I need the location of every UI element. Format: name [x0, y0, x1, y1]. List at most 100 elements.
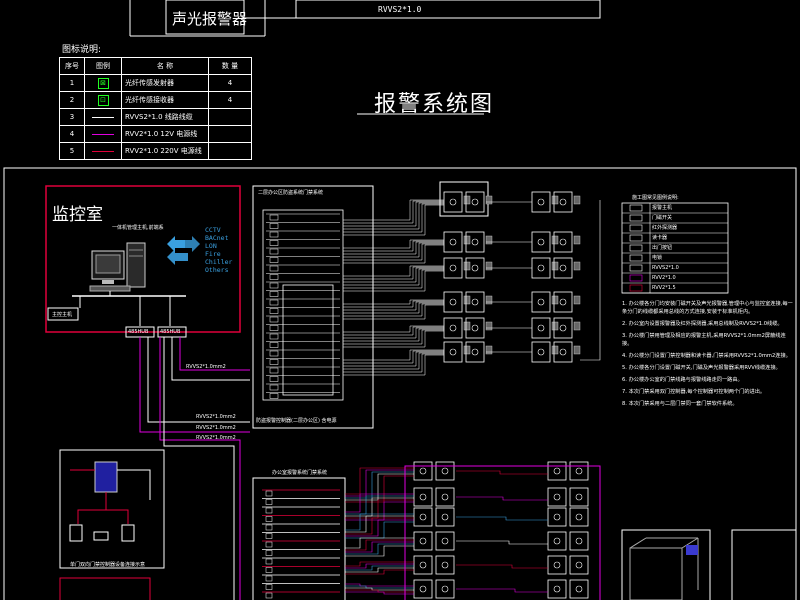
diagram-title: 报警系统图: [374, 92, 495, 117]
legend-row-name: 光纤传感发射器: [121, 74, 209, 92]
note-item: 4. 办公楼分门设置门禁控制器和读卡器,门禁采用RVVS2*1.0mm2连接。: [622, 353, 791, 359]
detector-icon: [413, 487, 433, 507]
design-notes: 1. 办公楼各分门均安装门磁开关及声光报警器,管理中心与监控室连接,每一条分门的…: [622, 300, 794, 412]
fiber-receiver-icon: ⊡: [97, 94, 109, 106]
note-item: 8. 本次门禁采用与二层门禁同一套门禁软件系统。: [622, 401, 738, 407]
detector-icon: [443, 191, 463, 213]
note-item: 7. 本次门禁采用双门控制器,每个控制器可控制两个门的进出。: [622, 389, 766, 395]
detector-icon: [531, 317, 551, 339]
right-legend-item: RVVS2*1.0: [652, 265, 679, 271]
legend-header-qty: 数 量: [208, 57, 252, 75]
legend-header-symbol: 图例: [84, 57, 122, 75]
legend-row: 3 RVVS2*1.0 线路线缆: [59, 108, 252, 126]
hub-label-1: 485HUB: [128, 329, 149, 335]
detector-icon: [435, 461, 455, 481]
detector-icon: [413, 531, 433, 551]
legend-row-qty: 4: [208, 91, 252, 109]
detector-icon: [547, 531, 567, 551]
bottom-panel-title: 办公室报警系统门禁系统: [272, 470, 328, 476]
system-bacnet: BACnet: [205, 234, 229, 242]
legend-header-row: 序号 图例 名 称 数 量: [59, 57, 252, 75]
alarm-device-label: 声光报警器: [172, 10, 248, 28]
detector-icon: [443, 341, 463, 363]
system-list: CCTV BACnet LON Fire Chiller Others: [205, 226, 232, 274]
legend-symbol-icon: [629, 274, 643, 282]
legend-header-name: 名 称: [121, 57, 209, 75]
legend-row: 1 ⊠ 光纤传感发射器 4: [59, 74, 252, 92]
detector-icon: [413, 555, 433, 575]
detector-icon: [531, 257, 551, 279]
legend-symbol-icon: [629, 264, 643, 272]
legend-row-name: RVVS2*1.0 线路线缆: [121, 108, 209, 126]
detector-icon: [569, 461, 589, 481]
right-legend-item: RVV2*1.5: [652, 285, 676, 291]
detector-icon: [569, 487, 589, 507]
legend-row-no: 2: [59, 91, 85, 109]
cable-label-2: RVVS2*1.0mm2: [196, 414, 236, 420]
note-item: 6. 办公楼办公室的门禁线路与报警线路走同一路由。: [622, 377, 743, 383]
host-label: 主控主机: [52, 312, 73, 318]
right-legend-item: 红外探测器: [652, 225, 678, 231]
legend-title: 图标说明:: [62, 45, 102, 55]
monitor-room-title: 监控室: [52, 205, 103, 225]
detector-icon: [413, 461, 433, 481]
detector-icon: [435, 531, 455, 551]
detector-icon: [547, 461, 567, 481]
detector-icon: [547, 507, 567, 527]
right-legend-item: 门磁开关: [652, 215, 673, 221]
legend-row-no: 5: [59, 142, 85, 160]
legend-row-qty: [208, 125, 252, 143]
legend-row-no: 4: [59, 125, 85, 143]
legend-symbol-icon: [629, 224, 643, 232]
right-legend-item: RVV2*1.0: [652, 275, 676, 281]
legend-symbol-icon: [629, 214, 643, 222]
legend-symbol-icon: [629, 254, 643, 262]
legend-row-no: 3: [59, 108, 85, 126]
right-legend-title: 施工图常见图例说明:: [632, 195, 679, 201]
legend-row-qty: 4: [208, 74, 252, 92]
detector-icon: [569, 579, 589, 599]
detector-icon: [531, 191, 551, 213]
detector-icon: [569, 531, 589, 551]
detector-icon: [413, 579, 433, 599]
detector-icon: [443, 257, 463, 279]
legend-row-name: RVV2*1.0 12V 电源线: [121, 125, 209, 143]
cable-label-4: RVVS2*1.0mm2: [196, 435, 236, 441]
note-item: 3. 办公楼门禁用管理及相应的报警主机,采用RVVS2*1.0mm2屏蔽线连接。: [622, 333, 786, 347]
detector-icon: [569, 555, 589, 575]
220v-cable-icon: [92, 150, 114, 152]
legend-row: 5 RVV2*1.0 220V 电源线: [59, 142, 252, 160]
system-chiller: Chiller: [205, 258, 233, 266]
fiber-transmitter-icon: ⊠: [97, 77, 109, 89]
detector-icon: [443, 317, 463, 339]
top-panel-title: 二层办公区防盗系统门禁系统: [258, 190, 324, 196]
detector-icon: [435, 507, 455, 527]
system-fire: Fire: [205, 250, 221, 258]
detector-icon: [413, 507, 433, 527]
legend-row-qty: [208, 108, 252, 126]
right-legend-item: 出门按钮: [652, 245, 673, 251]
legend-table: 序号 图例 名 称 数 量 1 ⊠ 光纤传感发射器 4 2 ⊡ 光纤传感接收器 …: [59, 57, 252, 160]
right-legend-item: 报警主机: [652, 205, 673, 211]
detector-icon: [547, 579, 567, 599]
legend-header-no: 序号: [59, 57, 85, 75]
legend-symbol-icon: [629, 234, 643, 242]
cable-label-3: RVVS2*1.0mm2: [196, 425, 236, 431]
cable-label: RVVS2*1.0: [378, 5, 422, 14]
legend-row-no: 1: [59, 74, 85, 92]
detector-icon: [531, 291, 551, 313]
note-item: 2. 办公室内设置报警器及红外探测器,采用总线制及RVVS2*1.0线缆。: [622, 321, 783, 327]
legend-row-qty: [208, 142, 252, 160]
right-legend-items: 报警主机门磁开关红外探测器读卡器出门按钮电锁 RVVS2*1.0 RVV2*1.0 R…: [652, 205, 728, 295]
legend-row-name: 光纤传感接收器: [121, 91, 209, 109]
detector-icon: [443, 291, 463, 313]
note-item: 5. 办公楼各分门设置门磁开关,门磁及声光报警器采用RVV线缆连接。: [622, 365, 781, 371]
legend-symbol-icon: [629, 204, 643, 212]
right-legend-item: 读卡器: [652, 235, 668, 241]
detector-icon: [547, 487, 567, 507]
system-others: Others: [205, 266, 229, 274]
detector-icon: [547, 555, 567, 575]
legend-row-name: RVV2*1.0 220V 电源线: [121, 142, 209, 160]
top-panel-footer: 防盗报警控制器(二层办公区) 含电源: [256, 418, 337, 424]
right-legend-item: 电锁: [652, 255, 663, 261]
